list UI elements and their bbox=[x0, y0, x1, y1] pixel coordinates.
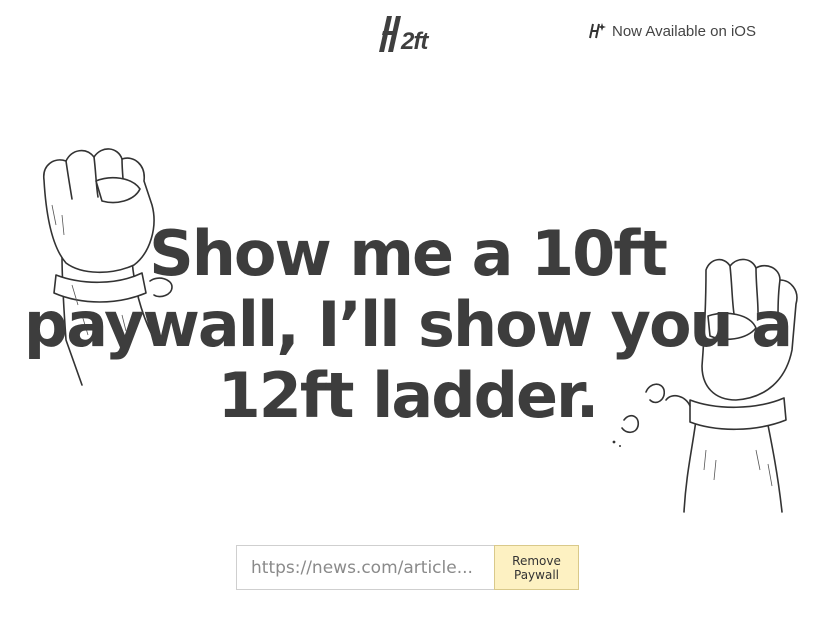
hero-headline: Show me a 10ft paywall, I’ll show you a … bbox=[23, 217, 793, 432]
url-input[interactable] bbox=[236, 545, 494, 590]
logo-link[interactable]: 2ft bbox=[378, 14, 442, 55]
logo-text: 2ft bbox=[401, 28, 428, 55]
ios-link-label: Now Available on iOS bbox=[612, 22, 756, 40]
page: 2ft Now Available on iOS Show me a 10ft … bbox=[0, 0, 815, 619]
ios-link[interactable]: Now Available on iOS bbox=[588, 22, 756, 40]
remove-paywall-button[interactable]: Remove Paywall bbox=[494, 545, 579, 590]
ladder-sparkle-icon bbox=[589, 23, 606, 39]
unlock-form: Remove Paywall bbox=[236, 545, 579, 590]
